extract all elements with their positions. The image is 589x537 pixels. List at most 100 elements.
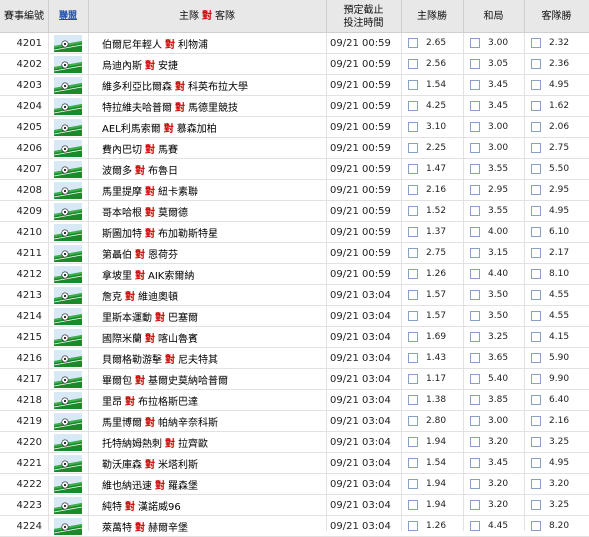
home-win-checkbox[interactable]	[408, 521, 418, 531]
draw-checkbox[interactable]	[470, 374, 480, 384]
draw-checkbox[interactable]	[470, 290, 480, 300]
soccer-pitch-icon[interactable]	[54, 286, 82, 304]
away-win-checkbox[interactable]	[531, 437, 541, 447]
soccer-pitch-icon[interactable]	[54, 307, 82, 325]
draw-checkbox[interactable]	[470, 164, 480, 174]
home-win-checkbox[interactable]	[408, 185, 418, 195]
home-win-checkbox[interactable]	[408, 353, 418, 363]
away-win-checkbox[interactable]	[531, 374, 541, 384]
soccer-pitch-icon[interactable]	[54, 55, 82, 73]
soccer-pitch-icon[interactable]	[54, 160, 82, 178]
away-win-checkbox[interactable]	[531, 479, 541, 489]
away-win-checkbox[interactable]	[531, 248, 541, 258]
soccer-pitch-icon[interactable]	[54, 34, 82, 52]
home-win-checkbox[interactable]	[408, 290, 418, 300]
soccer-pitch-icon[interactable]	[54, 244, 82, 262]
draw-odds: 3.20	[463, 495, 524, 515]
home-win-checkbox[interactable]	[408, 248, 418, 258]
away-win-checkbox[interactable]	[531, 332, 541, 342]
soccer-pitch-icon[interactable]	[54, 370, 82, 388]
away-win-checkbox[interactable]	[531, 38, 541, 48]
soccer-pitch-icon[interactable]	[54, 202, 82, 220]
home-win-checkbox[interactable]	[408, 500, 418, 510]
soccer-pitch-icon[interactable]	[54, 328, 82, 346]
away-win-checkbox[interactable]	[531, 185, 541, 195]
soccer-pitch-icon[interactable]	[54, 265, 82, 283]
away-win-checkbox[interactable]	[531, 122, 541, 132]
draw-checkbox[interactable]	[470, 269, 480, 279]
away-win-checkbox[interactable]	[531, 59, 541, 69]
draw-checkbox[interactable]	[470, 437, 480, 447]
soccer-pitch-icon[interactable]	[54, 139, 82, 157]
soccer-pitch-icon[interactable]	[54, 118, 82, 136]
home-win-checkbox[interactable]	[408, 311, 418, 321]
header-league-link[interactable]: 聯盟	[48, 0, 88, 33]
draw-checkbox[interactable]	[470, 311, 480, 321]
home-win-checkbox[interactable]	[408, 395, 418, 405]
away-win-checkbox[interactable]	[531, 521, 541, 531]
draw-checkbox[interactable]	[470, 248, 480, 258]
away-win-checkbox[interactable]	[531, 164, 541, 174]
away-win-checkbox[interactable]	[531, 311, 541, 321]
draw-checkbox[interactable]	[470, 206, 480, 216]
away-win-checkbox[interactable]	[531, 206, 541, 216]
soccer-pitch-icon[interactable]	[54, 223, 82, 241]
home-win-checkbox[interactable]	[408, 269, 418, 279]
draw-checkbox[interactable]	[470, 227, 480, 237]
home-win-checkbox[interactable]	[408, 143, 418, 153]
soccer-pitch-icon[interactable]	[54, 97, 82, 115]
home-win-checkbox[interactable]	[408, 206, 418, 216]
draw-checkbox[interactable]	[470, 101, 480, 111]
home-win-checkbox[interactable]	[408, 437, 418, 447]
home-win-checkbox[interactable]	[408, 59, 418, 69]
away-win-checkbox[interactable]	[531, 80, 541, 90]
home-win-checkbox[interactable]	[408, 80, 418, 90]
away-win-checkbox[interactable]	[531, 227, 541, 237]
draw-checkbox[interactable]	[470, 332, 480, 342]
home-win-checkbox[interactable]	[408, 227, 418, 237]
away-win-checkbox[interactable]	[531, 500, 541, 510]
draw-checkbox[interactable]	[470, 353, 480, 363]
away-win-checkbox[interactable]	[531, 290, 541, 300]
away-win-checkbox[interactable]	[531, 353, 541, 363]
home-win-checkbox[interactable]	[408, 164, 418, 174]
draw-checkbox[interactable]	[470, 59, 480, 69]
home-win-checkbox[interactable]	[408, 479, 418, 489]
soccer-pitch-icon[interactable]	[54, 496, 82, 514]
draw-checkbox[interactable]	[470, 458, 480, 468]
away-win-checkbox[interactable]	[531, 143, 541, 153]
soccer-pitch-icon[interactable]	[54, 349, 82, 367]
soccer-pitch-icon[interactable]	[54, 391, 82, 409]
home-win-checkbox[interactable]	[408, 416, 418, 426]
soccer-pitch-icon[interactable]	[54, 181, 82, 199]
draw-checkbox[interactable]	[470, 80, 480, 90]
draw-checkbox[interactable]	[470, 416, 480, 426]
draw-checkbox[interactable]	[470, 521, 480, 531]
away-win-checkbox[interactable]	[531, 416, 541, 426]
soccer-pitch-icon[interactable]	[54, 475, 82, 493]
soccer-pitch-icon[interactable]	[54, 517, 82, 535]
draw-value: 3.00	[488, 416, 509, 426]
away-win-checkbox[interactable]	[531, 395, 541, 405]
home-win-checkbox[interactable]	[408, 332, 418, 342]
home-win-checkbox[interactable]	[408, 101, 418, 111]
draw-checkbox[interactable]	[470, 500, 480, 510]
home-win-checkbox[interactable]	[408, 38, 418, 48]
draw-checkbox[interactable]	[470, 479, 480, 489]
away-win-checkbox[interactable]	[531, 269, 541, 279]
soccer-pitch-icon[interactable]	[54, 76, 82, 94]
home-win-checkbox[interactable]	[408, 122, 418, 132]
soccer-pitch-icon[interactable]	[54, 433, 82, 451]
draw-checkbox[interactable]	[470, 395, 480, 405]
soccer-pitch-icon[interactable]	[54, 412, 82, 430]
draw-checkbox[interactable]	[470, 143, 480, 153]
draw-checkbox[interactable]	[470, 185, 480, 195]
soccer-pitch-icon[interactable]	[54, 454, 82, 472]
draw-checkbox[interactable]	[470, 38, 480, 48]
draw-checkbox[interactable]	[470, 122, 480, 132]
home-win-checkbox[interactable]	[408, 374, 418, 384]
header-deadline: 預定截止 投注時間	[326, 0, 401, 33]
away-win-checkbox[interactable]	[531, 101, 541, 111]
home-win-checkbox[interactable]	[408, 458, 418, 468]
away-win-checkbox[interactable]	[531, 458, 541, 468]
